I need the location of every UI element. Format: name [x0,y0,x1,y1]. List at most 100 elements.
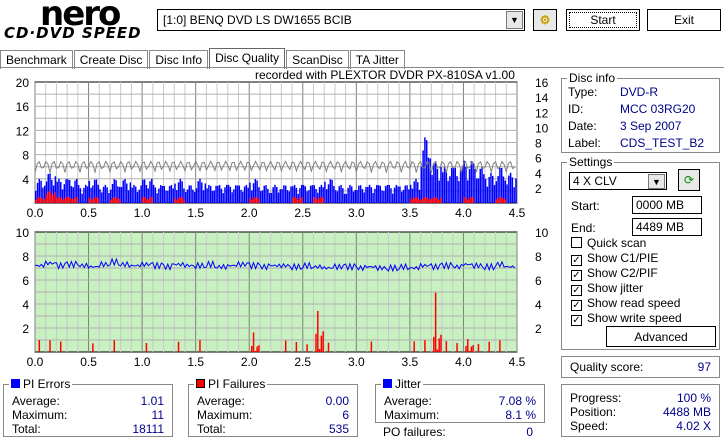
checkbox-show-write-speed[interactable]: ✓ Show write speed [571,311,682,326]
drive-select[interactable]: [1:0] BENQ DVD LS DW1655 BCIB ▼ [157,9,525,31]
po-failures-value: 0 [526,425,533,439]
pi-failures-bar [115,197,117,203]
pi-failures-bar [109,199,112,203]
start-button[interactable]: Start [566,9,640,31]
pi-failures-bar [177,341,180,352]
pi-failures-bar [113,197,116,203]
pi-failures-bar [438,338,440,352]
checkbox-box[interactable]: ✓ [571,270,582,281]
checkbox-show-read-speed[interactable]: ✓ Show read speed [571,296,680,311]
x-tick-label: 0.5 [80,355,97,369]
pi-errors-bar [377,185,380,203]
pi-failures-legend-icon [196,379,205,388]
speed-select[interactable]: 4 X CLV ▼ [569,172,667,190]
pi-errors-bar [442,172,444,203]
checkbox-box[interactable]: ✓ [571,315,582,326]
drive-select-value: [1:0] BENQ DVD LS DW1655 BCIB [163,13,352,27]
pi-errors-bar [186,189,189,203]
x-tick-label: 4.0 [455,355,472,369]
pi-errors-bar [381,190,383,203]
pi-failures-bar [409,198,412,203]
pi-failures-bar [497,198,499,203]
chevron-down-icon[interactable]: ▼ [648,174,665,189]
start-input[interactable]: 0000 MB [632,196,702,214]
stat-label: Total: [12,422,41,436]
pi-failures-bar [35,199,37,203]
end-input[interactable]: 4489 MB [632,218,702,236]
pi-errors-bar [356,190,358,203]
pi-errors-bar [388,184,390,203]
pi-errors-bar [234,185,237,203]
pi-failures-bar [315,333,317,352]
jitter-pif-chart: 0.0 0.5 1.0 1.5 2.0 2.5 3.0 3.5 4.0 4.5 2 4 6 8 10 2 4 6 8… [16,226,549,369]
disc-info-value: MCC 03RG20 [620,102,696,116]
chevron-down-icon[interactable]: ▼ [506,11,523,29]
pi-errors-bar [361,189,364,203]
checkbox-box[interactable] [571,237,582,248]
pi-failures-bar [49,191,51,203]
x-tick-label: 1.5 [187,206,204,220]
pi-failures-bar [327,342,330,352]
checkbox-quick-scan[interactable]: Quick scan [571,236,646,250]
x-tick-label: 0.0 [27,206,44,220]
pi-errors-bar [338,186,340,203]
checkbox-show-jitter[interactable]: ✓ Show jitter [571,281,643,296]
pi-errors-bar [102,186,105,203]
pi-failures-bar [306,344,308,352]
pi-errors-bar [140,185,142,203]
checkbox-box[interactable]: ✓ [571,255,582,266]
pi-errors-bar [272,187,274,203]
pi-failures-bar [440,334,442,352]
pi-failures-bar [93,197,96,203]
pi-errors-bar [404,185,407,203]
x-tick-label: 2.0 [241,206,258,220]
advanced-button[interactable]: Advanced [606,326,716,347]
tab-disc-quality[interactable]: Disc Quality [209,48,286,69]
exit-button[interactable]: Exit [647,9,721,31]
checkbox-box[interactable]: ✓ [571,285,582,296]
pi-failures-bar [88,197,91,203]
pi-errors-bar [163,185,166,203]
pi-failures-bar [256,346,258,352]
pi-errors-bar [159,185,162,203]
checkbox-label: Show read speed [587,296,681,310]
pi-failures-bar [54,192,57,203]
disc-info-row: Type: DVD-R [568,85,718,99]
pi-failures-bar [52,195,55,203]
pi-failures-bar [143,197,146,203]
pi-failures-bar [70,198,73,203]
checkbox-box[interactable]: ✓ [571,300,582,311]
settings-title: Settings [567,155,615,169]
checkbox-show-c2-pif[interactable]: ✓ Show C2/PIF [571,266,658,281]
pi-errors-bar [231,192,233,203]
pi-errors-bar [154,187,157,203]
disc-info-title: Disc info [567,71,618,85]
pi-errors-bar [83,187,85,203]
pi-errors-bar [472,163,474,203]
pi-errors-bar [508,175,510,203]
refresh-drive-icon[interactable]: ⚙ [533,9,557,31]
pi-errors-chart: 0.0 0.5 1.0 1.5 2.0 2.5 3.0 3.5 4.0 4.54812162024… [16,76,549,220]
pi-errors-bar [424,137,426,203]
pi-failures-bar [322,331,324,352]
pi-failures-bar [488,341,490,352]
pi-errors-bar [77,184,80,203]
pi-failures-bar [249,197,251,203]
refresh-speed-icon[interactable]: ⟳ [678,169,700,191]
pi-failures-bar [47,191,49,203]
pi-errors-bar [459,170,462,203]
y-tick-label-right: 2 [535,182,542,196]
y-tick-label-right: 10 [535,226,549,240]
pi-failures-bar [413,341,415,352]
y-tick-label-right: 2 [535,322,542,336]
pi-errors-bar [236,185,239,203]
x-tick-label: 1.0 [134,206,151,220]
pi-errors-bar [227,184,230,203]
pi-errors-bar [368,184,371,203]
pi-failures-bar [470,197,473,203]
pi-errors-bar [126,183,128,203]
pi-failures-bar [251,345,253,352]
checkbox-show-c1-pie[interactable]: ✓ Show C1/PIE [571,251,658,266]
pi-failures-bar [300,196,303,203]
pi-failures-bar [36,197,39,203]
